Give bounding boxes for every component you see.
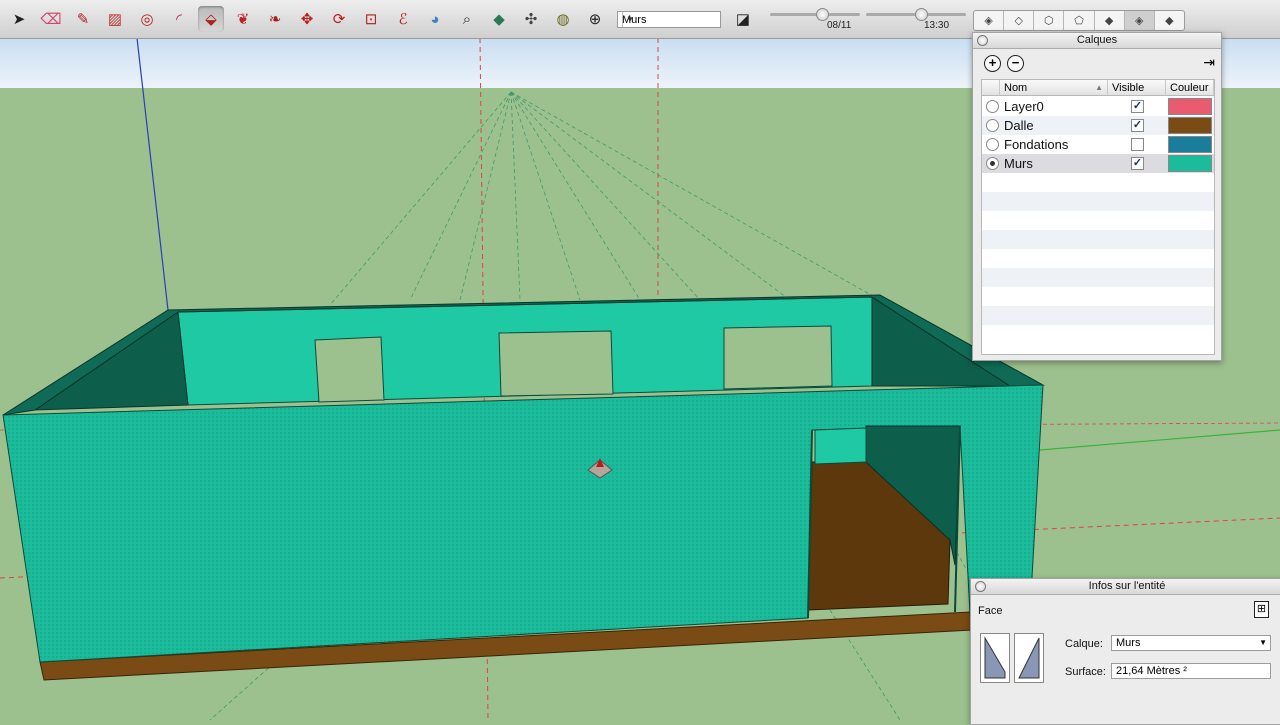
empty-row <box>982 173 1214 192</box>
visible-checkbox-checked[interactable]: ✓ <box>1131 119 1144 132</box>
date-slider-track[interactable] <box>770 13 860 16</box>
layers-panel-titlebar[interactable]: Calques <box>973 33 1221 49</box>
layer-color-swatch[interactable] <box>1168 155 1212 172</box>
close-icon[interactable] <box>975 581 986 592</box>
active-layer-radio[interactable] <box>986 138 999 151</box>
move-icon[interactable]: ✥ <box>294 6 320 32</box>
hidden-line-style-icon[interactable]: ⬠ <box>1064 11 1095 30</box>
wireframe-style-icon[interactable]: ⬡ <box>1034 11 1065 30</box>
freehand-icon[interactable]: ℰ <box>390 6 416 32</box>
layer-color-swatch[interactable] <box>1168 117 1212 134</box>
window-2 <box>498 330 614 397</box>
select-arrow-icon[interactable]: ➤ <box>6 6 32 32</box>
layer-color-swatch[interactable] <box>1168 98 1212 115</box>
column-header-radio <box>982 80 1000 96</box>
visible-checkbox-checked[interactable]: ✓ <box>1131 157 1144 170</box>
arc-icon[interactable]: ◜ <box>166 6 192 32</box>
active-layer-radio[interactable] <box>986 119 999 132</box>
layer-name[interactable]: Layer0 <box>1004 99 1044 114</box>
active-layer-radio[interactable] <box>986 100 999 113</box>
paint-bucket-icon[interactable]: ◕ <box>422 6 448 32</box>
surface-label: Surface: <box>1065 666 1106 678</box>
layer-row[interactable]: Fondations <box>982 135 1214 154</box>
empty-row <box>982 211 1214 230</box>
layer-label: Calque: <box>1065 638 1103 650</box>
remove-layer-button[interactable]: − <box>1007 55 1024 72</box>
door-opening-back <box>814 427 867 465</box>
visible-checkbox-checked[interactable]: ✓ <box>1131 100 1144 113</box>
circle-icon[interactable]: ◎ <box>134 6 160 32</box>
layers-panel-title: Calques <box>1076 34 1118 46</box>
pencil-icon[interactable]: ✎ <box>70 6 96 32</box>
column-header-visible[interactable]: Visible <box>1108 80 1166 96</box>
layer-name[interactable]: Murs <box>1004 156 1033 171</box>
position-camera-icon[interactable]: ⊕ <box>582 6 608 32</box>
back-material-swatch[interactable] <box>1014 633 1044 683</box>
shaded-textures-style-icon[interactable]: ◈ <box>1124 11 1155 30</box>
offset-icon[interactable]: ❧ <box>262 6 288 32</box>
empty-row <box>982 230 1214 249</box>
eraser-icon[interactable]: ◪ <box>730 6 756 32</box>
layer-row[interactable]: Dalle ✓ <box>982 116 1214 135</box>
active-layer-select[interactable]: Murs ▼ <box>617 11 721 28</box>
rotate-icon[interactable]: ⟳ <box>326 6 352 32</box>
empty-row <box>982 249 1214 268</box>
monochrome-style-icon[interactable]: ◆ <box>1155 11 1184 30</box>
date-slider-label: 08/11 <box>827 20 852 31</box>
close-icon[interactable] <box>977 35 988 46</box>
follow-me-icon[interactable]: ❦ <box>230 6 256 32</box>
entity-type: Face <box>978 605 1003 617</box>
entity-layer-select[interactable]: Murs ▼ <box>1111 635 1271 651</box>
empty-row <box>982 192 1214 211</box>
style-toolbar: ◈ ◇ ⬡ ⬠ ◆ ◈ ◆ <box>973 10 1185 31</box>
column-header-name[interactable]: Nom ▲ <box>1000 80 1108 96</box>
entity-details-icon[interactable]: ⊞ <box>1254 601 1269 618</box>
time-slider-label: 13:30 <box>924 20 950 31</box>
visible-checkbox[interactable] <box>1131 138 1144 151</box>
empty-row <box>982 287 1214 306</box>
scale-icon[interactable]: ⊡ <box>358 6 384 32</box>
chevron-down-icon: ▼ <box>1259 638 1267 647</box>
layer-row[interactable]: Layer0 ✓ <box>982 97 1214 116</box>
empty-row <box>982 325 1214 344</box>
front-material-swatch[interactable] <box>980 633 1010 683</box>
layer-details-icon[interactable]: ⇥ <box>1203 54 1215 71</box>
entity-info-panel: Infos sur l'entité Face ⊞ Calque: Murs ▼… <box>970 578 1280 725</box>
tape-measure-icon[interactable]: ⌕ <box>454 6 480 32</box>
layers-table: Nom ▲ Visible Couleur Layer0 ✓ Dalle ✓ Fonda… <box>981 79 1215 355</box>
layers-panel: Calques + − ⇥ Nom ▲ Visible Couleur Laye… <box>972 32 1222 361</box>
layer-name[interactable]: Dalle <box>1004 118 1034 133</box>
entity-info-titlebar[interactable]: Infos sur l'entité <box>971 579 1280 595</box>
texture-icon[interactable]: ◍ <box>550 6 576 32</box>
entity-info-title: Infos sur l'entité <box>1088 580 1166 592</box>
back-edges-style-icon[interactable]: ◇ <box>1004 11 1035 30</box>
layer-row[interactable]: Murs ✓ <box>982 154 1214 173</box>
rectangle-icon[interactable]: ▨ <box>102 6 128 32</box>
xray-style-icon[interactable]: ◈ <box>974 11 1005 30</box>
sort-ascending-icon: ▲ <box>1095 83 1103 92</box>
surface-field: 21,64 Mètres ² <box>1111 663 1271 679</box>
empty-row <box>982 306 1214 325</box>
push-pull-icon[interactable]: ⬙ <box>198 6 224 32</box>
window-3 <box>723 325 833 390</box>
active-layer-radio[interactable] <box>986 157 999 170</box>
eraser-icon[interactable]: ⌫ <box>38 6 64 32</box>
empty-row <box>982 268 1214 287</box>
window-1 <box>314 336 385 403</box>
dimension-icon[interactable]: ✣ <box>518 6 544 32</box>
layer-color-swatch[interactable] <box>1168 136 1212 153</box>
shaded-style-icon[interactable]: ◆ <box>1095 11 1125 30</box>
add-layer-button[interactable]: + <box>984 55 1001 72</box>
section-plane-icon[interactable]: ◆ <box>486 6 512 32</box>
column-header-color[interactable]: Couleur <box>1166 80 1214 96</box>
chevron-down-icon: ▼ <box>622 12 637 27</box>
layer-name[interactable]: Fondations <box>1004 137 1068 152</box>
